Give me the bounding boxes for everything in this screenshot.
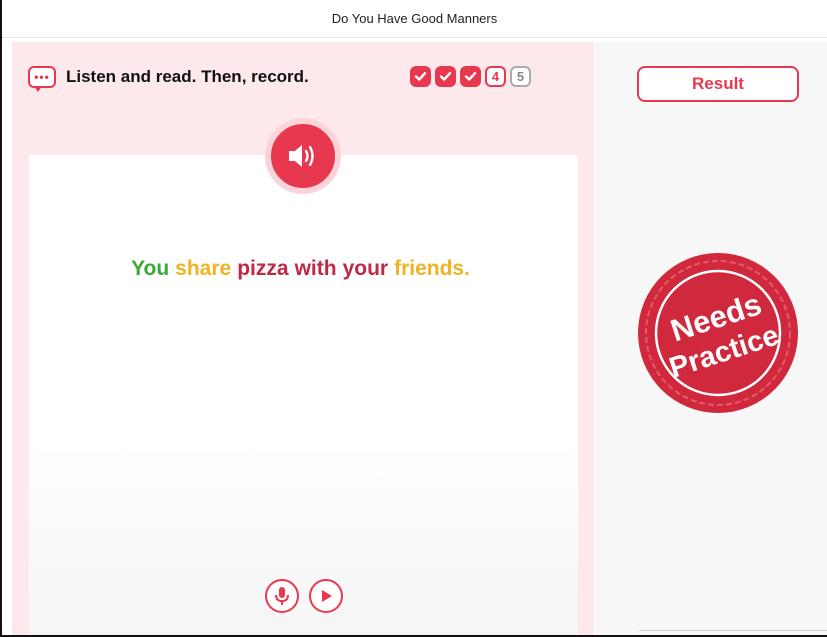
audio-play-button[interactable] (265, 118, 341, 194)
play-button[interactable] (308, 579, 343, 613)
check-icon (464, 72, 477, 81)
microphone-icon (274, 587, 289, 605)
check-icon (439, 72, 452, 81)
record-button[interactable] (264, 579, 299, 613)
speech-bubble-icon: ••• (28, 66, 56, 92)
sentence-word: with (294, 257, 337, 280)
sentence: You share pizza with your friends. (29, 257, 578, 281)
sentence-card: You share pizza with your friends. (29, 155, 578, 635)
instruction: ••• Listen and read. Then, record. (28, 66, 309, 92)
progress-step-4[interactable]: 4 (485, 66, 506, 87)
sentence-word: your (342, 257, 389, 280)
progress-step-2[interactable] (435, 66, 456, 87)
instruction-text: Listen and read. Then, record. (66, 67, 309, 86)
progress-step-5[interactable]: 5 (510, 66, 531, 87)
sentence-word: friends. (394, 257, 470, 280)
check-icon (414, 72, 427, 81)
activity-panel: ••• Listen and read. Then, record. 4 5 Y… (12, 42, 594, 635)
progress-steps: 4 5 (410, 66, 531, 87)
progress-step-3[interactable] (460, 66, 481, 87)
divider (639, 630, 827, 631)
speaker-icon (289, 145, 314, 167)
play-icon (321, 590, 332, 602)
sentence-word: share (175, 257, 232, 280)
sentence-word: pizza (237, 257, 289, 280)
result-panel: Result Needs Practice (595, 42, 827, 635)
recording-controls (29, 579, 578, 613)
window-title: Do You Have Good Manners (331, 11, 498, 26)
progress-step-1[interactable] (410, 66, 431, 87)
sentence-word: You (131, 257, 170, 280)
needs-practice-stamp: Needs Practice (638, 253, 798, 413)
app-window: Do You Have Good Manners ••• Listen and … (0, 0, 827, 637)
result-button[interactable]: Result (637, 66, 799, 102)
title-bar: Do You Have Good Manners (2, 0, 827, 38)
